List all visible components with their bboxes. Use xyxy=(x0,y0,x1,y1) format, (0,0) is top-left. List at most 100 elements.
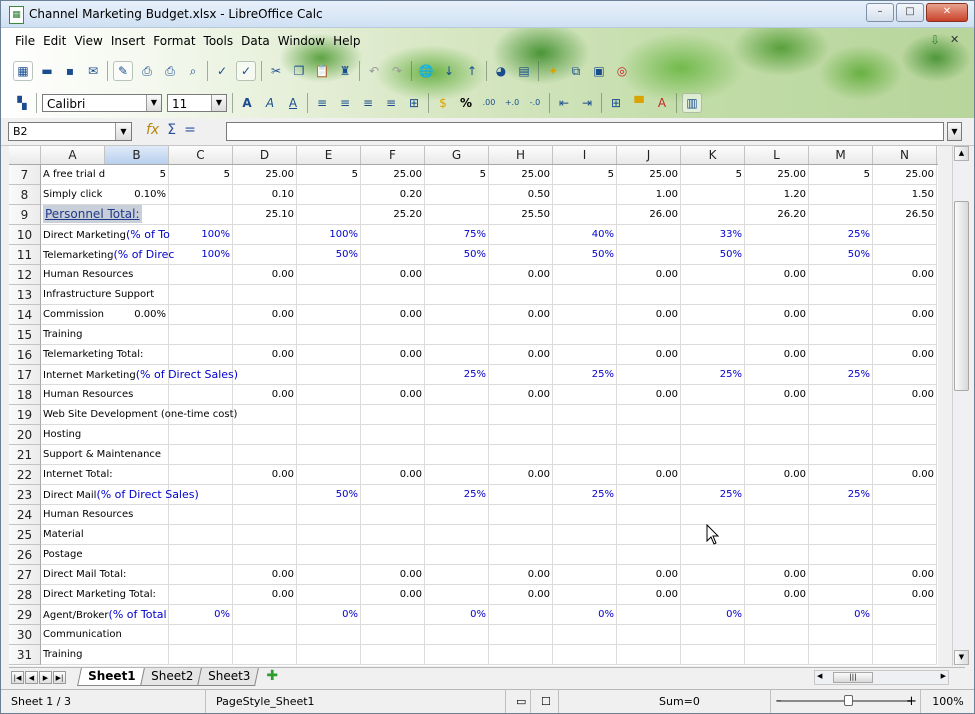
cell-c21[interactable] xyxy=(169,445,233,465)
cell-g7[interactable]: 5 xyxy=(425,165,489,185)
cell-d30[interactable] xyxy=(233,625,297,645)
cell-f13[interactable] xyxy=(361,285,425,305)
cell-b7[interactable]: 5 xyxy=(105,165,169,185)
row-header[interactable]: 11 xyxy=(9,245,41,265)
hyperlink-icon[interactable]: 🌐 xyxy=(417,62,435,80)
cell-g16[interactable] xyxy=(425,345,489,365)
column-header-i[interactable]: I xyxy=(553,146,617,164)
cell-l23[interactable] xyxy=(745,485,809,505)
cell-c29[interactable]: 0% xyxy=(169,605,233,625)
cell-g14[interactable] xyxy=(425,305,489,325)
cell-d25[interactable] xyxy=(233,525,297,545)
cell-j13[interactable] xyxy=(617,285,681,305)
styles-icon[interactable]: ▚ xyxy=(13,94,31,112)
cell-e8[interactable] xyxy=(297,185,361,205)
minimize-button[interactable]: – xyxy=(866,3,894,22)
cell-m22[interactable] xyxy=(809,465,873,485)
cell-g29[interactable]: 0% xyxy=(425,605,489,625)
row-header[interactable]: 22 xyxy=(9,465,41,485)
cell-i19[interactable] xyxy=(553,405,617,425)
number-format-icon[interactable]: .00 xyxy=(480,94,498,112)
cell-a11[interactable]: Telemarketing(% of Direc xyxy=(41,245,174,265)
cell-a16[interactable]: Telemarketing Total: xyxy=(41,345,143,365)
cell-a21[interactable]: Support & Maintenance xyxy=(41,445,161,465)
cell-l20[interactable] xyxy=(745,425,809,445)
cell-a26[interactable]: Postage xyxy=(41,545,105,565)
expand-formula-icon[interactable]: ▼ xyxy=(947,122,962,141)
cell-g17[interactable]: 25% xyxy=(425,365,489,385)
cell-j31[interactable] xyxy=(617,645,681,665)
cell-d13[interactable] xyxy=(233,285,297,305)
cell-j11[interactable] xyxy=(617,245,681,265)
cell-e12[interactable] xyxy=(297,265,361,285)
increase-indent-icon[interactable]: ⇥ xyxy=(578,94,596,112)
cell-b14[interactable]: 0.00% xyxy=(105,305,169,325)
cell-b20[interactable] xyxy=(105,425,169,445)
cell-k15[interactable] xyxy=(681,325,745,345)
cell-i12[interactable] xyxy=(553,265,617,285)
justify-icon[interactable]: ≡ xyxy=(382,94,400,112)
zoom-knob[interactable] xyxy=(844,695,853,706)
cell-i18[interactable] xyxy=(553,385,617,405)
cell-l31[interactable] xyxy=(745,645,809,665)
row-header[interactable]: 23 xyxy=(9,485,41,505)
menu-insert[interactable]: Insert xyxy=(107,34,149,48)
select-all-corner[interactable] xyxy=(9,146,41,164)
last-sheet-icon[interactable]: ▶| xyxy=(53,671,66,684)
cell-k24[interactable] xyxy=(681,505,745,525)
cell-d20[interactable] xyxy=(233,425,297,445)
row-header[interactable]: 19 xyxy=(9,405,41,425)
cell-a30[interactable]: Communication xyxy=(41,625,122,645)
cell-h27[interactable]: 0.00 xyxy=(489,565,553,585)
cell-g24[interactable] xyxy=(425,505,489,525)
cell-i25[interactable] xyxy=(553,525,617,545)
font-size-combo[interactable]: 11 ▼ xyxy=(167,94,227,112)
cell-c18[interactable] xyxy=(169,385,233,405)
cell-c30[interactable] xyxy=(169,625,233,645)
cell-e9[interactable] xyxy=(297,205,361,225)
row-header[interactable]: 26 xyxy=(9,545,41,565)
cell-l19[interactable] xyxy=(745,405,809,425)
row-header[interactable]: 17 xyxy=(9,365,41,385)
cell-m9[interactable] xyxy=(809,205,873,225)
cell-f16[interactable]: 0.00 xyxy=(361,345,425,365)
cell-k12[interactable] xyxy=(681,265,745,285)
row-header[interactable]: 16 xyxy=(9,345,41,365)
copy-icon[interactable]: ❐ xyxy=(290,62,308,80)
spellcheck-icon[interactable]: ✓ xyxy=(213,62,231,80)
zoom-level[interactable]: 100% xyxy=(920,690,974,713)
cell-l22[interactable]: 0.00 xyxy=(745,465,809,485)
cell-e24[interactable] xyxy=(297,505,361,525)
cell-i14[interactable] xyxy=(553,305,617,325)
row-header[interactable]: 10 xyxy=(9,225,41,245)
cell-f12[interactable]: 0.00 xyxy=(361,265,425,285)
cell-k31[interactable] xyxy=(681,645,745,665)
column-header-a[interactable]: A xyxy=(41,146,105,164)
row-header[interactable]: 30 xyxy=(9,625,41,645)
page-style[interactable]: PageStyle_Sheet1 xyxy=(206,690,506,713)
cell-a25[interactable]: Material xyxy=(41,525,105,545)
row-header[interactable]: 13 xyxy=(9,285,41,305)
cell-d16[interactable]: 0.00 xyxy=(233,345,297,365)
cell-i17[interactable]: 25% xyxy=(553,365,617,385)
align-right-icon[interactable]: ≡ xyxy=(359,94,377,112)
cell-k11[interactable]: 50% xyxy=(681,245,745,265)
cell-a15[interactable]: Training xyxy=(41,325,105,345)
cell-n19[interactable] xyxy=(873,405,937,425)
cell-f22[interactable]: 0.00 xyxy=(361,465,425,485)
cell-d12[interactable]: 0.00 xyxy=(233,265,297,285)
cell-g11[interactable]: 50% xyxy=(425,245,489,265)
cell-e10[interactable]: 100% xyxy=(297,225,361,245)
cell-n30[interactable] xyxy=(873,625,937,645)
cell-j24[interactable] xyxy=(617,505,681,525)
cell-j23[interactable] xyxy=(617,485,681,505)
cell-d27[interactable]: 0.00 xyxy=(233,565,297,585)
cell-h29[interactable] xyxy=(489,605,553,625)
cell-g23[interactable]: 25% xyxy=(425,485,489,505)
cell-g22[interactable] xyxy=(425,465,489,485)
cell-h20[interactable] xyxy=(489,425,553,445)
cell-h25[interactable] xyxy=(489,525,553,545)
cell-g25[interactable] xyxy=(425,525,489,545)
cell-h12[interactable]: 0.00 xyxy=(489,265,553,285)
cell-e18[interactable] xyxy=(297,385,361,405)
